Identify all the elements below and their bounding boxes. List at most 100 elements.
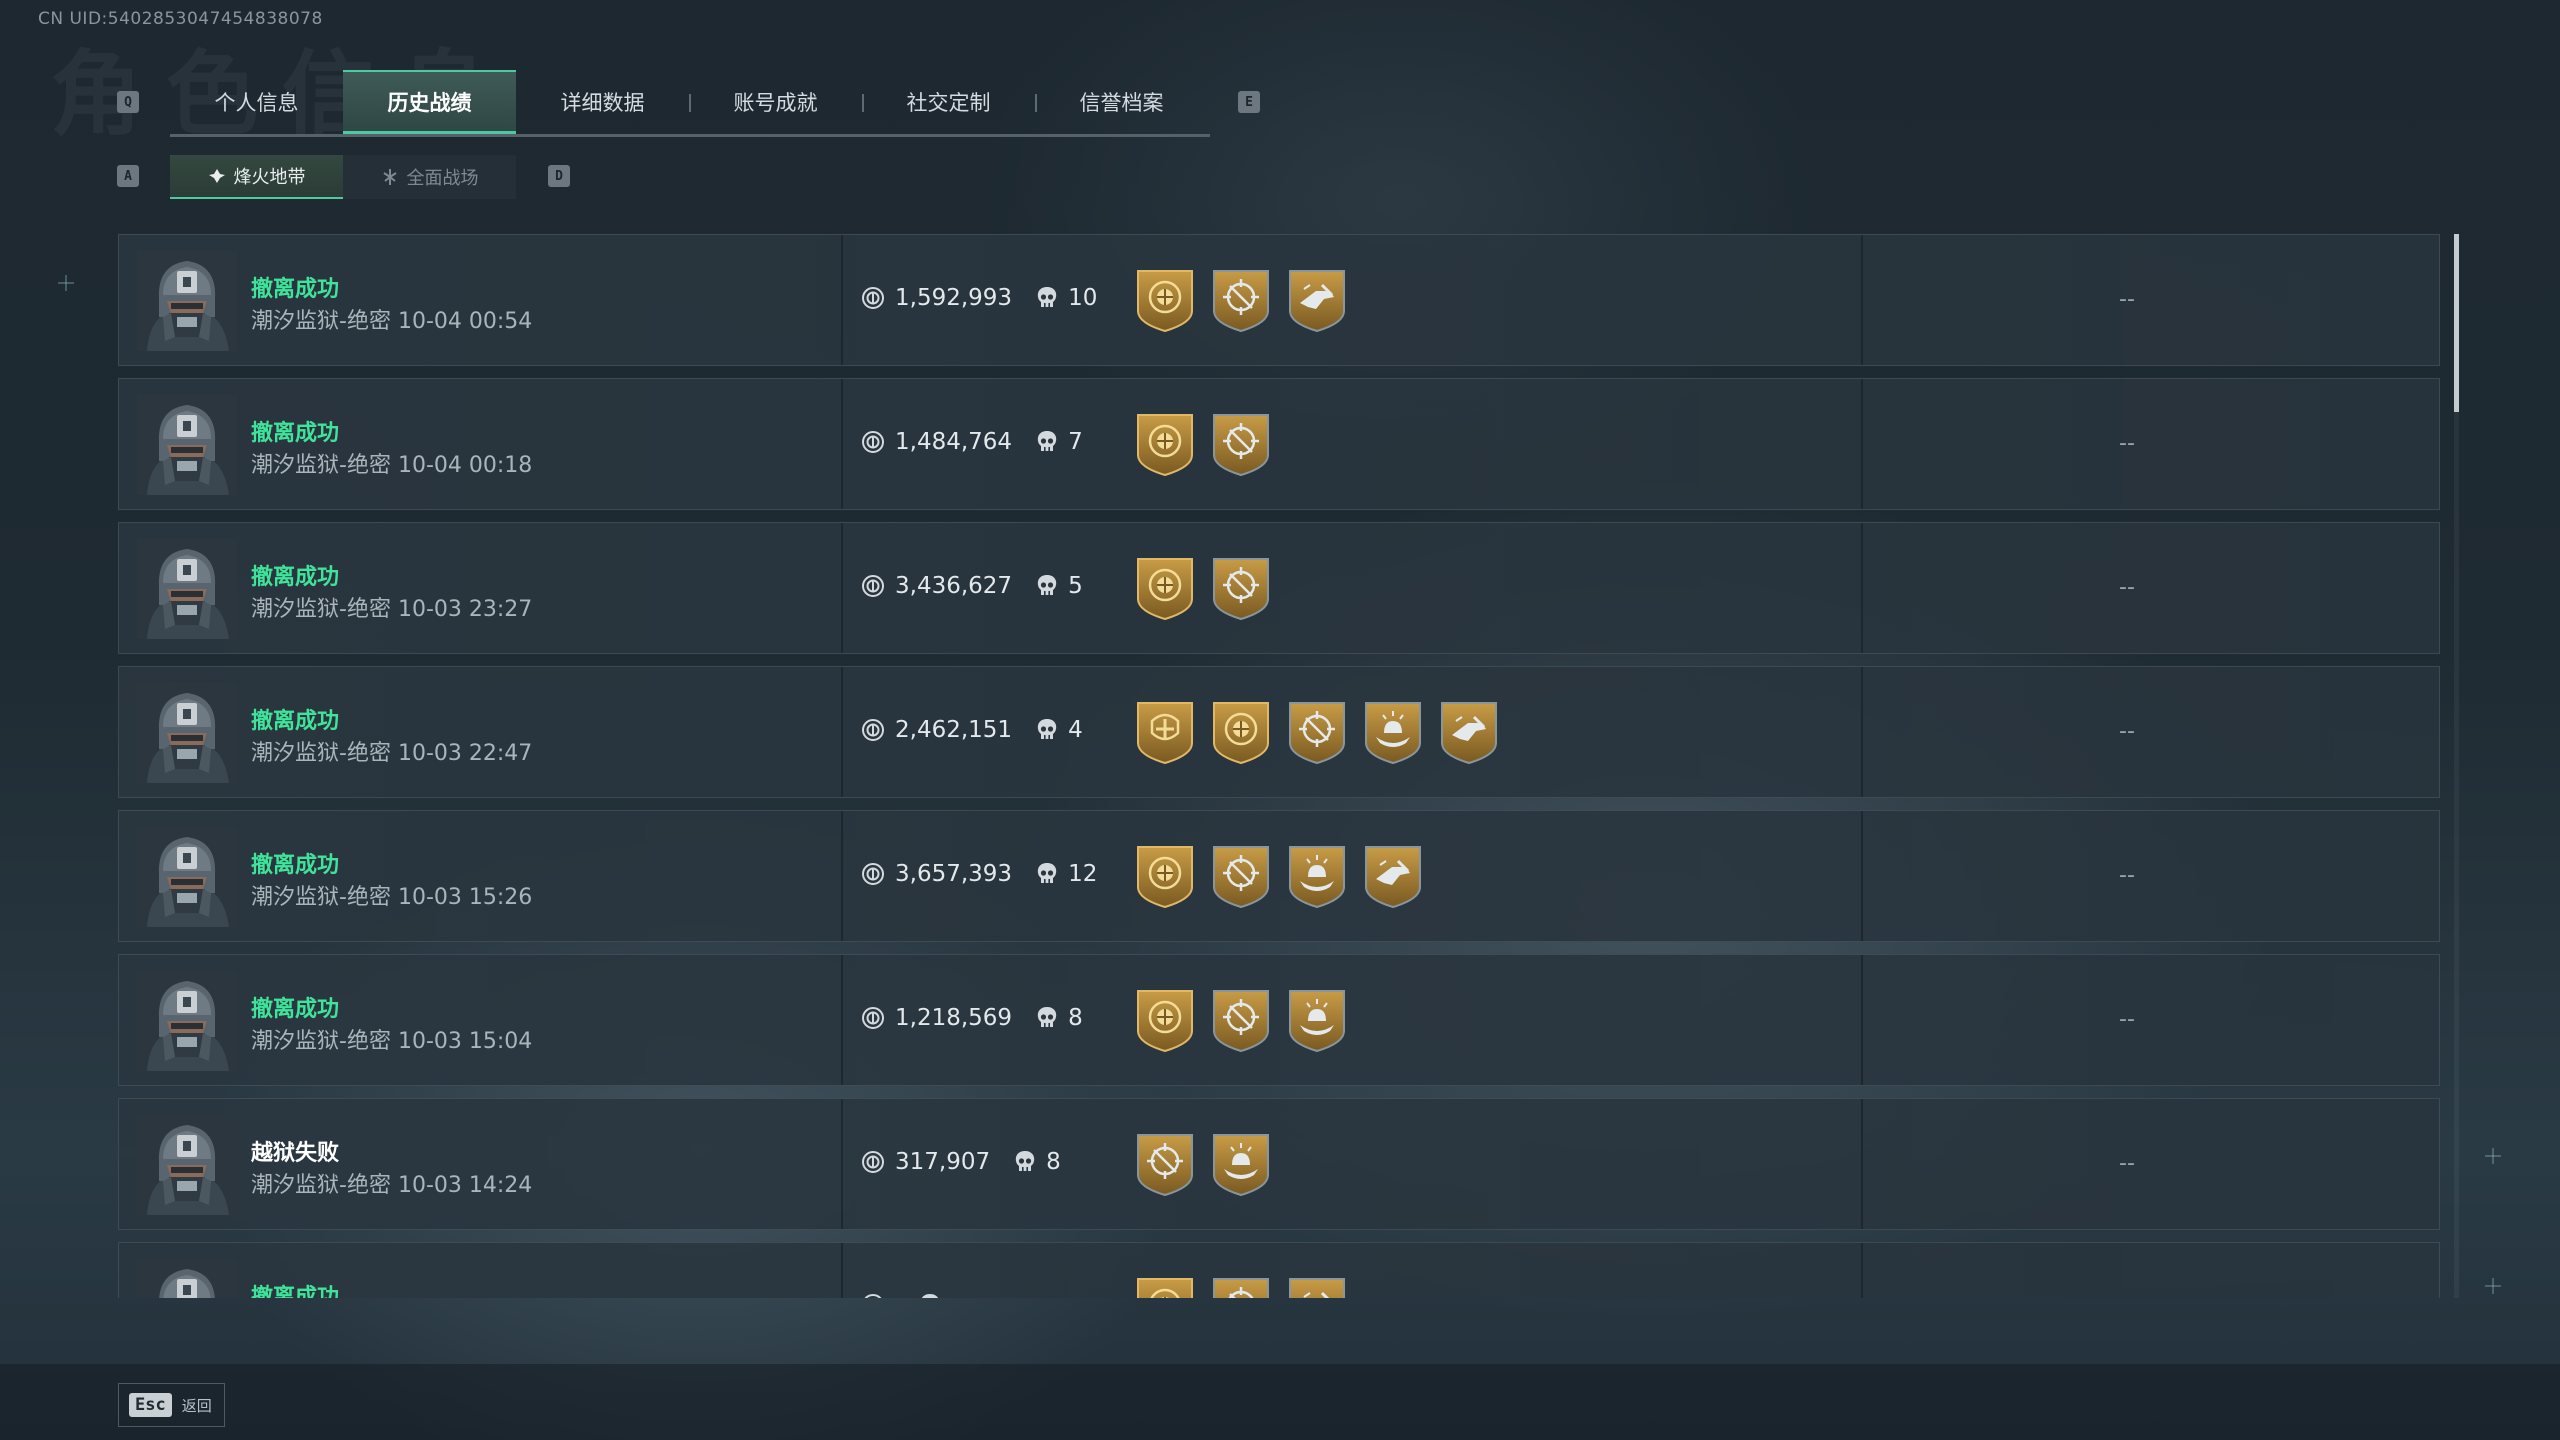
decor-plus xyxy=(2492,1148,2494,1164)
kills-skull-icon xyxy=(1036,1006,1058,1030)
extraction-mode-icon xyxy=(208,168,226,184)
achievement-badges xyxy=(1134,411,1272,477)
footer-bar xyxy=(0,1364,2560,1440)
crosshair-badge-icon[interactable] xyxy=(1210,555,1272,621)
match-map: 潮汐监狱-绝密 xyxy=(251,1173,391,1198)
match-status: 撤离成功 xyxy=(251,709,340,734)
row-divider xyxy=(1861,235,1863,365)
match-row[interactable]: 撤离成功 潮汐监狱-绝密 10-03 15:04 1,218,569 8 -- xyxy=(118,954,2440,1086)
match-status: 撤离成功 xyxy=(251,1285,340,1298)
match-meta: 潮汐监狱-绝密 10-03 14:24 xyxy=(251,1167,532,1199)
hand-badge-icon[interactable] xyxy=(1286,843,1348,909)
tab-prev-key[interactable]: Q xyxy=(117,91,139,113)
kills-skull-icon xyxy=(1036,718,1058,742)
esc-key: Esc xyxy=(129,1393,172,1417)
crosshair-badge-icon[interactable] xyxy=(1210,267,1272,333)
tab-5[interactable]: 信誉档案 xyxy=(1035,70,1208,134)
extracted-value: 3,436,627 xyxy=(895,573,1013,599)
crosshair-badge-icon[interactable] xyxy=(1210,843,1272,909)
subtab-1[interactable]: 全面战场 xyxy=(343,155,516,199)
hand-badge-icon[interactable] xyxy=(1362,699,1424,765)
row-divider xyxy=(841,235,843,365)
match-extra: -- xyxy=(2119,1151,2135,1176)
match-extra: -- xyxy=(2119,1007,2135,1032)
gold-shield-badge-icon[interactable] xyxy=(1134,987,1196,1053)
kills-skull-icon xyxy=(1014,1150,1036,1174)
combat-badge-icon[interactable] xyxy=(1286,1275,1348,1298)
tab-1[interactable]: 历史战绩 xyxy=(343,70,516,134)
gold-shield-badge-icon[interactable] xyxy=(1134,411,1196,477)
operator-avatar xyxy=(137,251,237,351)
subtab-prev-key[interactable]: A xyxy=(117,165,139,187)
extracted-value: 1,592,993 xyxy=(895,285,1013,311)
match-stats: 1,484,764 7 xyxy=(861,429,1083,455)
match-row[interactable]: 撤离成功 潮汐监狱-绝密 10-03 22:47 2,462,151 4 -- xyxy=(118,666,2440,798)
value-coin-icon xyxy=(861,1150,885,1174)
scrollbar[interactable] xyxy=(2454,234,2459,1298)
match-row[interactable]: 撤离成功 潮汐监狱-绝密 10-04 00:18 1,484,764 7 -- xyxy=(118,378,2440,510)
tab-0[interactable]: 个人信息 xyxy=(170,70,343,134)
subtab-label: 烽火地带 xyxy=(233,167,306,188)
gold-shield-badge-icon[interactable] xyxy=(1134,267,1196,333)
back-label: 返回 xyxy=(181,1396,212,1415)
kill-count: 8 xyxy=(1068,1005,1083,1031)
value-coin-icon xyxy=(861,718,885,742)
match-map: 潮汐监狱-绝密 xyxy=(251,1029,391,1054)
kills-skull-icon xyxy=(919,1293,941,1298)
row-divider xyxy=(841,1243,843,1298)
tab-next-key[interactable]: E xyxy=(1238,91,1260,113)
row-divider xyxy=(1861,523,1863,653)
combat-badge-icon[interactable] xyxy=(1362,843,1424,909)
scrollbar-thumb[interactable] xyxy=(2454,234,2459,412)
gold-medic-badge-icon[interactable] xyxy=(1134,699,1196,765)
row-divider xyxy=(1861,955,1863,1085)
achievement-badges xyxy=(1134,1275,1348,1298)
value-coin-icon xyxy=(861,862,885,886)
combat-badge-icon[interactable] xyxy=(1438,699,1500,765)
tab-2[interactable]: 详细数据 xyxy=(516,70,689,134)
tab-3[interactable]: 账号成就 xyxy=(689,70,862,134)
match-extra: -- xyxy=(2119,431,2135,456)
back-button[interactable]: Esc 返回 xyxy=(118,1383,225,1427)
kill-count: 5 xyxy=(1068,573,1083,599)
match-row[interactable]: 撤离成功 xyxy=(118,1242,2440,1298)
match-map: 潮汐监狱-绝密 xyxy=(251,741,391,766)
match-map: 潮汐监狱-绝密 xyxy=(251,453,391,478)
value-coin-icon xyxy=(861,1006,885,1030)
extracted-value: 2,462,151 xyxy=(895,717,1013,743)
crosshair-badge-icon[interactable] xyxy=(1210,987,1272,1053)
gold-shield-badge-icon[interactable] xyxy=(1210,699,1272,765)
subtab-label: 全面战场 xyxy=(406,168,479,189)
main-tabs: 个人信息 历史战绩 详细数据 账号成就 社交定制 信誉档案 xyxy=(170,70,1210,137)
hand-badge-icon[interactable] xyxy=(1210,1131,1272,1197)
hand-badge-icon[interactable] xyxy=(1286,987,1348,1053)
gold-shield-badge-icon[interactable] xyxy=(1134,555,1196,621)
crosshair-badge-icon[interactable] xyxy=(1210,1275,1272,1298)
decor-plus xyxy=(65,275,67,291)
match-stats: 317,907 8 xyxy=(861,1149,1061,1175)
match-row[interactable]: 撤离成功 潮汐监狱-绝密 10-04 00:54 1,592,993 10 -- xyxy=(118,234,2440,366)
match-row[interactable]: 越狱失败 潮汐监狱-绝密 10-03 14:24 317,907 8 -- xyxy=(118,1098,2440,1230)
kill-count: 4 xyxy=(1068,717,1083,743)
combat-badge-icon[interactable] xyxy=(1286,267,1348,333)
achievement-badges xyxy=(1134,843,1424,909)
row-divider xyxy=(841,379,843,509)
crosshair-badge-icon[interactable] xyxy=(1134,1131,1196,1197)
row-divider xyxy=(1861,667,1863,797)
tab-4[interactable]: 社交定制 xyxy=(862,70,1035,134)
kill-count: 7 xyxy=(1068,429,1083,455)
operator-avatar xyxy=(137,827,237,927)
crosshair-badge-icon[interactable] xyxy=(1286,699,1348,765)
gold-shield-badge-icon[interactable] xyxy=(1134,1275,1196,1298)
match-map: 潮汐监狱-绝密 xyxy=(251,597,391,622)
extracted-value: 1,218,569 xyxy=(895,1005,1013,1031)
achievement-badges xyxy=(1134,699,1500,765)
subtab-next-key[interactable]: D xyxy=(548,165,570,187)
match-meta: 潮汐监狱-绝密 10-03 23:27 xyxy=(251,591,532,623)
subtab-0[interactable]: 烽火地带 xyxy=(170,155,343,199)
match-row[interactable]: 撤离成功 潮汐监狱-绝密 10-03 15:26 3,657,393 12 -- xyxy=(118,810,2440,942)
match-time: 10-03 15:04 xyxy=(397,1029,533,1054)
gold-shield-badge-icon[interactable] xyxy=(1134,843,1196,909)
match-row[interactable]: 撤离成功 潮汐监狱-绝密 10-03 23:27 3,436,627 5 -- xyxy=(118,522,2440,654)
crosshair-badge-icon[interactable] xyxy=(1210,411,1272,477)
